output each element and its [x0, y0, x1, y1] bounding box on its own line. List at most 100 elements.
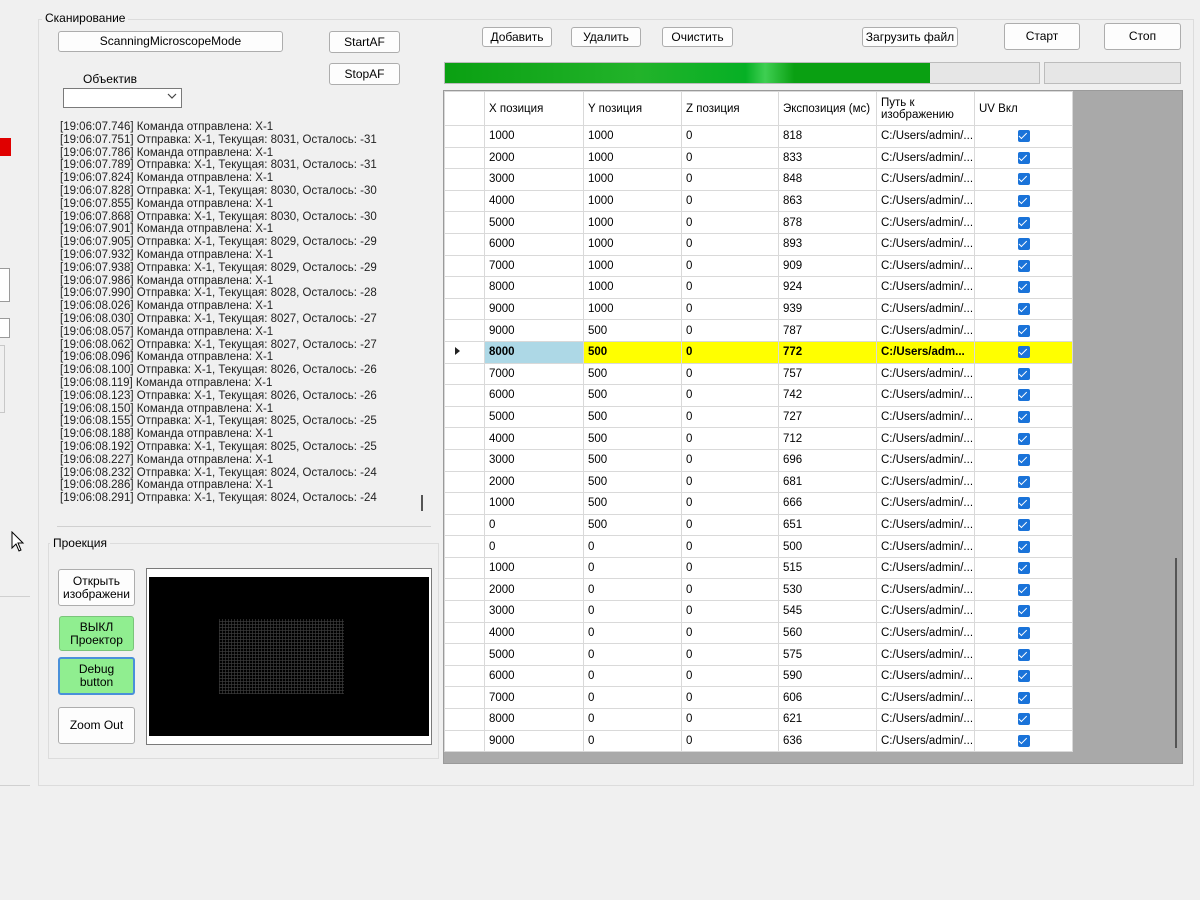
table-cell[interactable]: 6000: [484, 384, 584, 407]
row-header[interactable]: [444, 664, 485, 688]
table-cell[interactable]: C:/Users/admin/...: [876, 254, 975, 278]
uv-checkbox-cell[interactable]: [974, 319, 1073, 342]
uv-checkbox-cell[interactable]: [974, 427, 1073, 450]
table-cell[interactable]: 818: [778, 125, 877, 148]
objective-combobox[interactable]: [63, 88, 182, 108]
table-cell[interactable]: 7000: [484, 686, 584, 710]
table-cell[interactable]: C:/Users/admin/...: [876, 708, 975, 731]
table-cell[interactable]: 621: [778, 708, 877, 731]
table-cell[interactable]: 8000: [484, 708, 584, 731]
row-header[interactable]: [444, 729, 485, 753]
checkbox-checked-icon[interactable]: [1017, 583, 1030, 596]
table-row[interactable]: 6000 500 0 742 C:/Users/admin/...: [444, 384, 1073, 407]
table-cell[interactable]: 0: [484, 513, 584, 537]
table-cell[interactable]: 0: [583, 729, 682, 753]
table-cell[interactable]: 696: [778, 448, 877, 472]
table-cell[interactable]: C:/Users/admin/...: [876, 125, 975, 148]
row-header[interactable]: [444, 168, 485, 191]
uv-checkbox-cell[interactable]: [974, 276, 1073, 299]
table-cell[interactable]: C:/Users/admin/...: [876, 319, 975, 342]
table-cell[interactable]: C:/Users/admin/...: [876, 189, 975, 213]
row-header[interactable]: [444, 254, 485, 278]
table-cell[interactable]: 0: [681, 578, 779, 602]
row-header[interactable]: [444, 319, 485, 342]
table-cell[interactable]: 500: [583, 340, 682, 364]
table-cell[interactable]: 1000: [583, 211, 682, 234]
row-header[interactable]: [444, 513, 485, 537]
table-cell[interactable]: 7000: [484, 254, 584, 278]
table-cell[interactable]: 0: [681, 729, 779, 753]
table-row[interactable]: 8000 500 0 772 C:/Users/adm...: [444, 340, 1073, 364]
table-cell[interactable]: C:/Users/admin/...: [876, 686, 975, 710]
table-cell[interactable]: 3000: [484, 448, 584, 472]
table-cell[interactable]: 500: [583, 405, 682, 429]
uv-checkbox-cell[interactable]: [974, 578, 1073, 602]
table-cell[interactable]: 848: [778, 168, 877, 191]
table-cell[interactable]: 530: [778, 578, 877, 602]
row-header[interactable]: [444, 211, 485, 234]
table-cell[interactable]: 0: [681, 146, 779, 170]
table-cell[interactable]: 0: [681, 621, 779, 645]
table-cell[interactable]: 7000: [484, 362, 584, 386]
checkbox-checked-icon[interactable]: [1017, 648, 1030, 661]
uv-checkbox-cell[interactable]: [974, 470, 1073, 494]
table-cell[interactable]: 8000: [484, 276, 584, 299]
table-cell[interactable]: 0: [681, 556, 779, 580]
left-fragment-combo[interactable]: [0, 268, 10, 302]
table-cell[interactable]: 0: [681, 384, 779, 407]
checkbox-checked-icon[interactable]: [1017, 626, 1030, 639]
table-cell[interactable]: 1000: [583, 254, 682, 278]
table-cell[interactable]: 0: [681, 362, 779, 386]
grid-scrollbar-thumb[interactable]: [1175, 558, 1177, 748]
table-cell[interactable]: C:/Users/adm...: [876, 340, 975, 364]
left-fragment-input[interactable]: [0, 318, 10, 338]
table-cell[interactable]: 0: [681, 276, 779, 299]
row-header[interactable]: [444, 125, 485, 148]
row-header[interactable]: [444, 556, 485, 580]
table-cell[interactable]: 4000: [484, 621, 584, 645]
table-cell[interactable]: 0: [681, 189, 779, 213]
table-cell[interactable]: 4000: [484, 427, 584, 450]
table-cell[interactable]: 1000: [583, 168, 682, 191]
table-cell[interactable]: 5000: [484, 211, 584, 234]
column-header[interactable]: UV Вкл: [974, 91, 1073, 126]
table-cell[interactable]: 0: [583, 578, 682, 602]
row-header[interactable]: [444, 600, 485, 623]
checkbox-checked-icon[interactable]: [1017, 411, 1030, 423]
checkbox-checked-icon[interactable]: [1017, 195, 1030, 208]
table-cell[interactable]: 0: [583, 643, 682, 666]
table-cell[interactable]: 0: [681, 643, 779, 666]
column-header[interactable]: Z позиция: [681, 91, 779, 126]
table-cell[interactable]: C:/Users/admin/...: [876, 729, 975, 753]
table-cell[interactable]: C:/Users/admin/...: [876, 146, 975, 170]
row-header[interactable]: [444, 146, 485, 170]
table-row[interactable]: 6000 1000 0 893 C:/Users/admin/...: [444, 232, 1073, 256]
table-cell[interactable]: 893: [778, 232, 877, 256]
table-cell[interactable]: 924: [778, 276, 877, 299]
table-cell[interactable]: 0: [681, 319, 779, 342]
table-cell[interactable]: 545: [778, 600, 877, 623]
table-cell[interactable]: C:/Users/admin/...: [876, 470, 975, 494]
table-cell[interactable]: C:/Users/admin/...: [876, 405, 975, 429]
table-cell[interactable]: 0: [583, 556, 682, 580]
table-cell[interactable]: C:/Users/admin/...: [876, 492, 975, 515]
uv-checkbox-cell[interactable]: [974, 621, 1073, 645]
uv-checkbox-cell[interactable]: [974, 664, 1073, 688]
uv-checkbox-cell[interactable]: [974, 492, 1073, 515]
table-row[interactable]: 1000 500 0 666 C:/Users/admin/...: [444, 492, 1073, 515]
table-cell[interactable]: 9000: [484, 297, 584, 321]
table-cell[interactable]: 0: [583, 664, 682, 688]
row-header[interactable]: [444, 492, 485, 515]
row-header[interactable]: [444, 535, 485, 558]
table-cell[interactable]: 1000: [583, 276, 682, 299]
table-cell[interactable]: C:/Users/admin/...: [876, 664, 975, 688]
table-row[interactable]: 3000 500 0 696 C:/Users/admin/...: [444, 448, 1073, 472]
table-cell[interactable]: C:/Users/admin/...: [876, 168, 975, 191]
row-header[interactable]: [444, 405, 485, 429]
stop-button[interactable]: Стоп: [1104, 23, 1181, 50]
table-cell[interactable]: 9000: [484, 319, 584, 342]
table-cell[interactable]: C:/Users/admin/...: [876, 297, 975, 321]
row-header[interactable]: [444, 621, 485, 645]
table-cell[interactable]: C:/Users/admin/...: [876, 362, 975, 386]
table-cell[interactable]: 681: [778, 470, 877, 494]
